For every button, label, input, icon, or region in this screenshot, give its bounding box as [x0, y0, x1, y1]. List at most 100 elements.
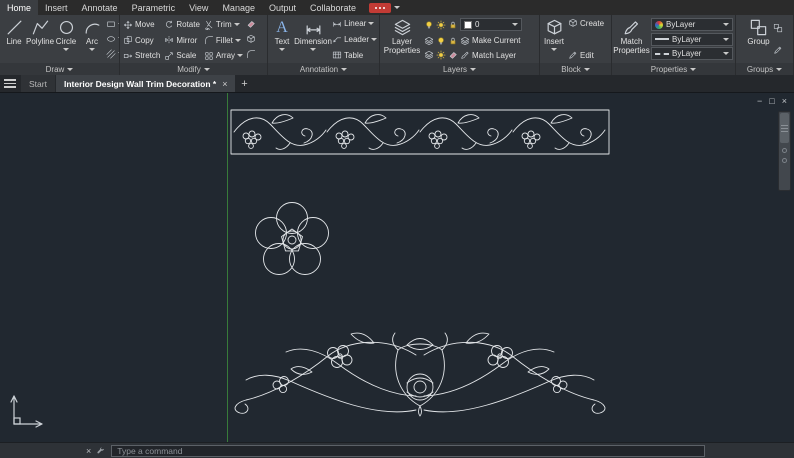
- wall-trim-strip-drawing[interactable]: [231, 110, 609, 154]
- button-label: Table: [344, 51, 363, 60]
- block-panel-label[interactable]: Block: [540, 63, 611, 75]
- chevron-down-icon: [234, 23, 240, 26]
- panel-title: Properties: [651, 65, 687, 74]
- tab-drawing[interactable]: Interior Design Wall Trim Decoration * ×: [56, 75, 236, 92]
- annotation-panel-label[interactable]: Annotation: [268, 63, 379, 75]
- ungroup-button[interactable]: [773, 21, 783, 35]
- fillet-button[interactable]: Fillet: [204, 34, 243, 47]
- layer-on-off-icon[interactable]: [424, 20, 434, 30]
- annotation-panel: A Text Dimension Linear Leader Table Ann…: [268, 15, 380, 75]
- button-label: Mirror: [176, 36, 197, 45]
- draw-panel-label[interactable]: Draw: [0, 63, 119, 75]
- menu-tab-collaborate[interactable]: Collaborate: [303, 0, 363, 15]
- menu-tab-home[interactable]: Home: [0, 0, 38, 15]
- group-icon: [749, 18, 768, 37]
- object-color-dropdown[interactable]: ByLayer: [651, 18, 733, 31]
- new-tab-button[interactable]: +: [236, 75, 252, 92]
- group-edit-button[interactable]: [773, 43, 783, 57]
- properties-panel-label[interactable]: Properties: [612, 63, 735, 75]
- floral-swag-drawing[interactable]: [235, 333, 605, 416]
- polyline-button[interactable]: Polyline: [28, 16, 52, 62]
- explode-button[interactable]: [246, 32, 256, 46]
- polyline-icon: [31, 18, 50, 37]
- move-button[interactable]: Move: [123, 18, 160, 31]
- groups-panel-label[interactable]: Groups: [736, 63, 793, 75]
- linear-dimension-button[interactable]: Linear: [332, 18, 377, 28]
- copy-button[interactable]: Copy: [123, 34, 160, 47]
- trim-button[interactable]: Trim: [204, 18, 243, 31]
- close-icon[interactable]: ×: [782, 96, 787, 106]
- menu-tab-view[interactable]: View: [182, 0, 215, 15]
- button-label: Arc: [86, 38, 98, 47]
- menu-tab-parametric[interactable]: Parametric: [125, 0, 183, 15]
- layer-freeze-icon[interactable]: [436, 20, 446, 30]
- table-button[interactable]: Table: [332, 50, 377, 60]
- insert-block-button[interactable]: Insert: [542, 16, 566, 62]
- create-block-button[interactable]: Create: [568, 18, 609, 28]
- layer-properties-button[interactable]: Layer Properties: [382, 16, 422, 62]
- array-button[interactable]: Array: [204, 49, 243, 62]
- ellipse-icon: [106, 34, 116, 44]
- scrollbar-thumb[interactable]: [780, 113, 789, 143]
- linetype-value: ByLayer: [672, 49, 720, 58]
- hamburger-menu-icon[interactable]: [0, 75, 20, 92]
- command-input[interactable]: [111, 445, 705, 457]
- layer-properties-icon: [393, 18, 412, 37]
- stretch-button[interactable]: Stretch: [123, 49, 160, 62]
- layer-walk-icon[interactable]: [424, 50, 434, 60]
- minimize-icon[interactable]: −: [757, 96, 762, 106]
- customize-wrench-icon[interactable]: [96, 446, 106, 456]
- dimension-button[interactable]: Dimension: [296, 16, 330, 62]
- circle-button[interactable]: Circle: [54, 16, 78, 62]
- erase-button[interactable]: [246, 17, 256, 31]
- layer-thaw-icon[interactable]: [436, 50, 446, 60]
- arc-button[interactable]: Arc: [80, 16, 104, 62]
- join-button[interactable]: [246, 47, 256, 61]
- layer-isolate-icon[interactable]: [424, 36, 434, 46]
- linetype-dropdown[interactable]: ByLayer: [651, 47, 733, 60]
- hatch-button[interactable]: [106, 47, 120, 61]
- modify-panel: Move Rotate Trim Copy Mirror Fillet Stre…: [120, 15, 268, 75]
- drawing-canvas[interactable]: − □ ×: [0, 92, 794, 442]
- modify-panel-label[interactable]: Modify: [120, 63, 267, 75]
- layer-unisolate-icon[interactable]: [436, 36, 446, 46]
- layer-lock-icon[interactable]: [448, 20, 458, 30]
- line-button[interactable]: Line: [2, 16, 26, 62]
- chevron-down-icon[interactable]: [394, 6, 400, 9]
- layer-select-dropdown[interactable]: 0: [460, 18, 522, 31]
- scale-button[interactable]: Scale: [164, 49, 200, 62]
- leader-button[interactable]: Leader: [332, 34, 377, 44]
- close-icon[interactable]: ×: [222, 79, 227, 89]
- menu-tab-manage[interactable]: Manage: [215, 0, 262, 15]
- restore-icon[interactable]: □: [769, 96, 774, 106]
- layer-freeze-icon[interactable]: [448, 36, 458, 46]
- group-button[interactable]: Group: [747, 16, 771, 62]
- rosette-drawing[interactable]: [256, 203, 329, 275]
- navigation-bar[interactable]: [778, 111, 791, 191]
- match-layer-button[interactable]: Match Layer: [460, 50, 516, 60]
- tab-start[interactable]: Start: [21, 75, 55, 92]
- edit-block-button[interactable]: Edit: [568, 50, 609, 60]
- orbit-icon[interactable]: [782, 148, 787, 153]
- panel-title: Modify: [177, 65, 201, 74]
- erase-icon: [246, 19, 256, 29]
- linear-dimension-icon: [332, 18, 342, 28]
- mirror-button[interactable]: Mirror: [164, 34, 200, 47]
- array-icon: [204, 51, 214, 61]
- text-button[interactable]: A Text: [270, 16, 294, 62]
- rectangle-button[interactable]: [106, 17, 120, 31]
- layer-unlock-icon[interactable]: [448, 50, 458, 60]
- menu-tab-output[interactable]: Output: [262, 0, 303, 15]
- ellipse-button[interactable]: [106, 32, 120, 46]
- close-icon[interactable]: ×: [86, 446, 91, 456]
- match-properties-button[interactable]: Match Properties: [614, 16, 649, 62]
- button-label: Array: [216, 51, 235, 60]
- menu-tab-annotate[interactable]: Annotate: [75, 0, 125, 15]
- pan-icon[interactable]: [782, 158, 787, 163]
- layers-panel-label[interactable]: Layers: [380, 63, 539, 75]
- menu-tab-insert[interactable]: Insert: [38, 0, 75, 15]
- make-current-button[interactable]: Make Current: [460, 36, 520, 46]
- featured-apps-button[interactable]: [369, 3, 391, 13]
- rotate-button[interactable]: Rotate: [164, 18, 200, 31]
- lineweight-dropdown[interactable]: ByLayer: [651, 33, 733, 46]
